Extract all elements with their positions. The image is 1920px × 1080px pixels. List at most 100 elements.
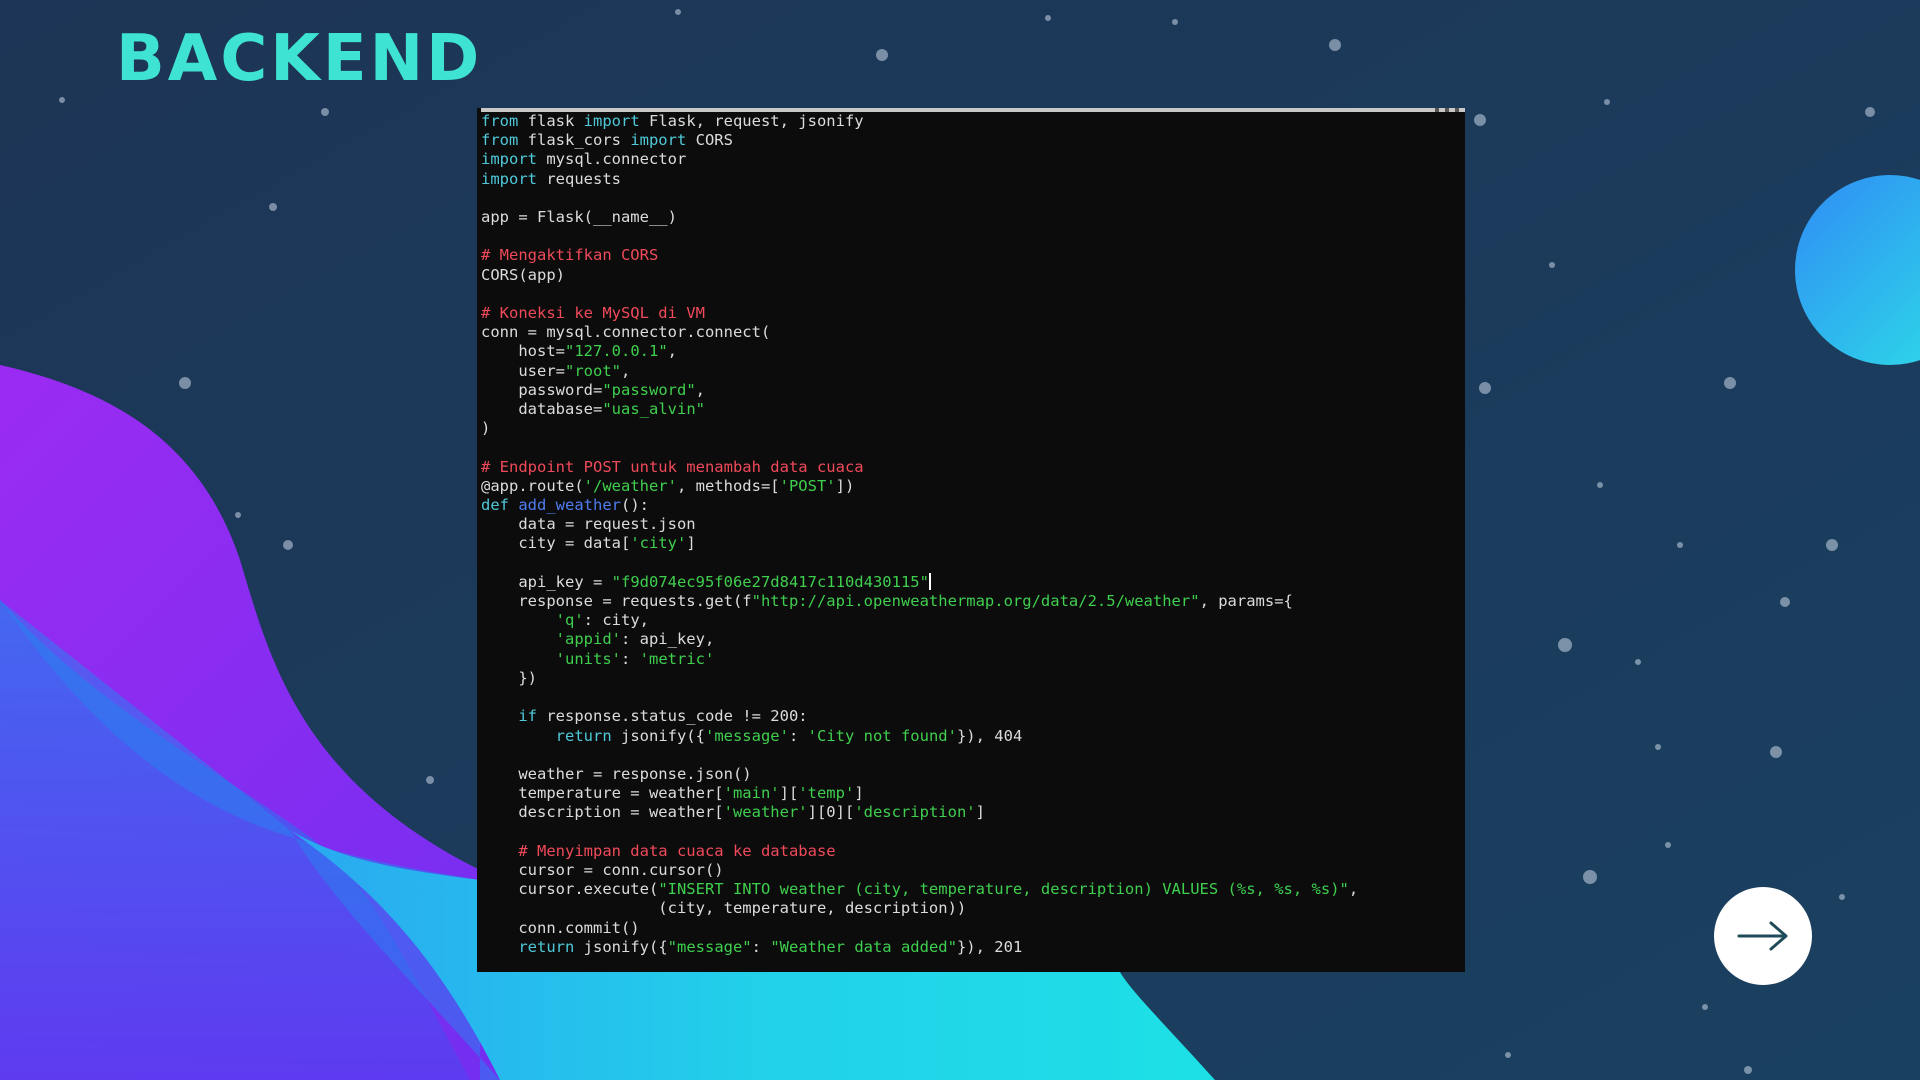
code-token: "password" xyxy=(602,380,696,399)
close-icon[interactable] xyxy=(1455,108,1459,112)
code-token: description = weather[ xyxy=(481,803,724,822)
code-token: ][0][ xyxy=(807,803,855,822)
code-token: password= xyxy=(481,380,603,399)
code-token: ) xyxy=(481,419,491,438)
code-token: from xyxy=(481,131,519,150)
code-token: jsonify({ xyxy=(574,937,668,956)
window-controls xyxy=(1435,108,1459,112)
code-line: app = Flask(__name__) xyxy=(481,208,677,226)
code-token: # Endpoint POST untuk menambah data cuac… xyxy=(481,457,864,476)
code-token: user= xyxy=(481,361,565,380)
code-token: def xyxy=(481,496,509,515)
code-token: 'appid' xyxy=(555,630,621,649)
code-token: : xyxy=(620,649,640,668)
code-token: city = data[ xyxy=(481,534,631,553)
code-token: '/weather' xyxy=(583,476,677,495)
code-token: , xyxy=(621,361,631,380)
code-line: # Koneksi ke MySQL di VM xyxy=(481,304,705,322)
code-token: database= xyxy=(481,400,603,419)
code-line: 'units': 'metric' xyxy=(481,649,715,668)
code-token: mysql.connector xyxy=(537,150,687,169)
code-token: , params={ xyxy=(1199,592,1293,611)
code-token: flask_cors xyxy=(518,131,631,150)
code-token: (): xyxy=(621,496,649,515)
code-token: flask xyxy=(518,112,584,130)
code-token: add_weather xyxy=(518,496,621,515)
code-token: if xyxy=(518,707,537,726)
code-line: import requests xyxy=(481,170,621,188)
code-token: : api_key, xyxy=(620,630,715,649)
code-token: }), 404 xyxy=(956,726,1023,745)
page-title: BACKEND xyxy=(116,22,483,96)
minimize-icon[interactable] xyxy=(1435,108,1439,112)
code-token: cursor = conn.cursor() xyxy=(481,860,724,879)
code-line: temperature = weather['main']['temp'] xyxy=(481,784,863,803)
code-token: requests xyxy=(537,169,621,188)
code-token: Flask, request, jsonify xyxy=(639,112,864,130)
code-token: import xyxy=(630,131,687,150)
code-token: ] xyxy=(686,534,696,553)
code-line: # Menyimpan data cuaca ke database xyxy=(481,841,836,860)
code-token: "INSERT INTO weather (city, temperature,… xyxy=(658,880,1349,899)
code-line: conn = mysql.connector.connect( xyxy=(481,323,770,341)
code-line: @app.route('/weather', methods=['POST']) xyxy=(481,477,854,495)
code-token: conn = mysql.connector.connect( xyxy=(481,323,771,342)
code-token: : city, xyxy=(583,611,649,630)
code-token: weather = response.json() xyxy=(481,764,752,783)
code-token: 'City not found' xyxy=(807,726,957,745)
code-token: return xyxy=(518,937,575,956)
next-slide-button[interactable] xyxy=(1714,887,1812,985)
code-token: return xyxy=(555,726,612,745)
code-token: , xyxy=(1348,880,1359,899)
code-token: # Menyimpan data cuaca ke database xyxy=(518,841,836,860)
code-line: import mysql.connector xyxy=(481,150,686,168)
code-token: api_key = xyxy=(481,572,612,591)
code-terminal[interactable]: from flask import Flask, request, jsonif… xyxy=(477,108,1465,972)
code-line: database="uas_alvin" xyxy=(481,400,705,418)
code-line: user="root", xyxy=(481,362,630,380)
code-line: weather = response.json() xyxy=(481,764,752,783)
code-line: cursor = conn.cursor() xyxy=(481,860,724,879)
code-token: "f9d074ec95f06e27d8417c110d430115" xyxy=(611,572,929,591)
code-token: jsonify({ xyxy=(611,726,705,745)
code-token: 'q' xyxy=(555,611,584,630)
code-token: "message" xyxy=(667,937,752,956)
code-line: description = weather['weather'][0]['des… xyxy=(481,803,985,821)
maximize-icon[interactable] xyxy=(1445,108,1449,112)
code-line: password="password", xyxy=(481,381,705,399)
code-line: host="127.0.0.1", xyxy=(481,342,677,360)
code-token: host= xyxy=(481,342,565,361)
text-cursor xyxy=(928,572,931,590)
code-line: # Endpoint POST untuk menambah data cuac… xyxy=(481,458,864,476)
code-line: data = request.json xyxy=(481,515,695,533)
code-token: # Koneksi ke MySQL di VM xyxy=(481,304,705,323)
arrow-right-icon xyxy=(1737,921,1788,951)
code-token: from xyxy=(481,112,519,130)
code-token: 'city' xyxy=(630,534,687,553)
code-listing[interactable]: from flask import Flask, request, jsonif… xyxy=(481,112,1358,957)
code-token: import xyxy=(583,112,640,130)
code-token: , methods=[ xyxy=(676,476,780,495)
code-token: app = Flask(__name__) xyxy=(481,208,677,227)
code-line: (city, temperature, description)) xyxy=(481,899,966,917)
code-token: (city, temperature, description)) xyxy=(481,899,967,918)
code-line: }) xyxy=(481,669,537,687)
code-token: temperature = weather[ xyxy=(481,784,724,803)
code-token: "Weather data added" xyxy=(770,937,957,956)
code-token: ]) xyxy=(835,476,855,495)
code-line: ) xyxy=(481,419,490,437)
code-line: return jsonify({"message": "Weather data… xyxy=(481,938,1022,956)
code-token: "127.0.0.1" xyxy=(565,342,668,361)
code-line: conn.commit() xyxy=(481,919,639,937)
code-line: CORS(app) xyxy=(481,266,565,284)
code-token: CORS(app) xyxy=(481,265,565,284)
code-token: 'weather' xyxy=(723,803,808,822)
code-line: cursor.execute("INSERT INTO weather (cit… xyxy=(481,880,1358,898)
code-token: ] xyxy=(975,803,985,822)
code-line: from flask import Flask, request, jsonif… xyxy=(481,112,864,130)
code-token: }) xyxy=(481,668,537,687)
